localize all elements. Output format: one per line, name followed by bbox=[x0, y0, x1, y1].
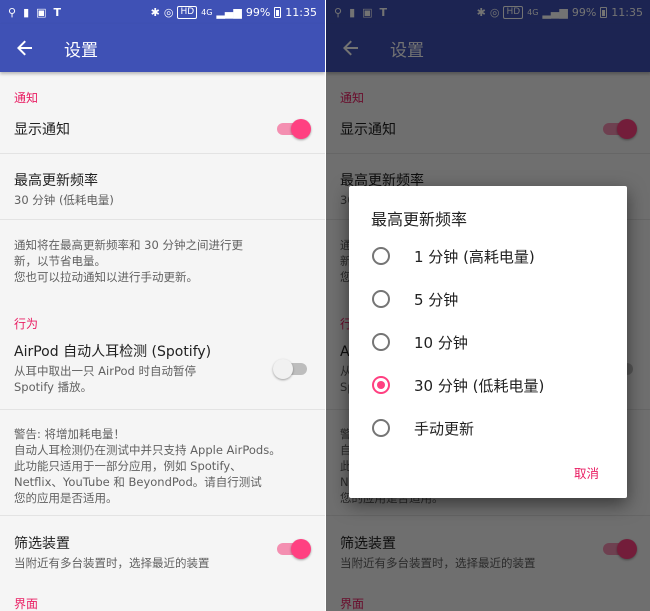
radio-button[interactable] bbox=[372, 290, 390, 308]
radio-button-selected[interactable] bbox=[372, 376, 390, 394]
pref-summary: 当附近有多台装置时，选择最近的装置 bbox=[14, 556, 210, 570]
filter-device-switch[interactable] bbox=[277, 539, 311, 559]
show-notification-switch[interactable] bbox=[277, 119, 311, 139]
bluetooth-icon: ✱ bbox=[150, 5, 160, 19]
update-frequency-dialog: 最高更新频率 1 分钟 (高耗电量) 5 分钟 10 分钟 30 分钟 (低耗电… bbox=[349, 186, 627, 498]
pref-filter-device[interactable]: 筛选装置 当附近有多台装置时，选择最近的装置 bbox=[0, 516, 325, 581]
signal-icon: ▂▄▆ bbox=[216, 5, 242, 19]
net-4g: 4G bbox=[201, 7, 213, 17]
category-interface: 界面 bbox=[14, 597, 39, 611]
battery-text: 99% bbox=[245, 5, 271, 19]
option-1-min[interactable]: 1 分钟 (高耗电量) bbox=[349, 236, 627, 276]
option-label: 手动更新 bbox=[414, 419, 475, 438]
settings-list: 通知 显示通知 最高更新频率 30 分钟 (低耗电量) 通知将在最高更新频率和 … bbox=[0, 72, 325, 611]
hd-badge: HD bbox=[177, 5, 198, 19]
cancel-button[interactable]: 取消 bbox=[574, 463, 599, 482]
option-5-min[interactable]: 5 分钟 bbox=[349, 279, 627, 319]
note-line: 通知将在最高更新频率和 30 分钟之间进行更 bbox=[14, 238, 243, 252]
clock: 11:35 bbox=[285, 5, 317, 19]
note-line: 新，以节省电量。 bbox=[14, 254, 106, 268]
warning-line: 此功能只适用于一部分应用，例如 Spotify、 bbox=[14, 459, 242, 473]
option-10-min[interactable]: 10 分钟 bbox=[349, 322, 627, 362]
category-behavior: 行为 bbox=[14, 317, 39, 331]
pref-show-notification[interactable]: 显示通知 bbox=[0, 117, 325, 153]
battery-icon bbox=[274, 6, 282, 18]
lock-icon: ▮ bbox=[23, 5, 30, 19]
ear-detection-switch[interactable] bbox=[273, 359, 307, 379]
usb-icon: ⚲ bbox=[8, 5, 17, 19]
settings-screen: ⚲ ▮ ▣ T ✱ ◎ HD 4G ▂▄▆ 99% 11:35 设置 通知 显示… bbox=[0, 0, 325, 611]
pref-ear-detection[interactable]: AirPod 自动人耳检测 (Spotify) 从耳中取出一只 AirPod 时… bbox=[0, 341, 325, 409]
category-notifications: 通知 bbox=[14, 91, 39, 105]
radio-button[interactable] bbox=[372, 333, 390, 351]
option-manual[interactable]: 手动更新 bbox=[349, 408, 627, 448]
option-label: 5 分钟 bbox=[414, 290, 459, 309]
pref-title: 最高更新频率 bbox=[14, 173, 98, 189]
switch-knob bbox=[273, 359, 293, 379]
warning-line: 自动人耳检测仍在测试中并只支持 Apple AirPods。 bbox=[14, 443, 281, 457]
page-title: 设置 bbox=[64, 40, 98, 61]
option-label: 1 分钟 (高耗电量) bbox=[414, 247, 535, 266]
switch-knob bbox=[291, 539, 311, 559]
radio-button[interactable] bbox=[372, 419, 390, 437]
dialog-title: 最高更新频率 bbox=[371, 210, 468, 229]
pref-summary-line: Spotify 播放。 bbox=[14, 380, 93, 394]
warning-note: 警告: 将增加耗电量！ 自动人耳检测仍在测试中并只支持 Apple AirPod… bbox=[0, 410, 325, 515]
option-label: 10 分钟 bbox=[414, 333, 468, 352]
warning-line: Netflix、YouTube 和 BeyondPod。请自行测试 bbox=[14, 475, 262, 489]
status-bar: ⚲ ▮ ▣ T ✱ ◎ HD 4G ▂▄▆ 99% 11:35 bbox=[0, 0, 325, 24]
notification-note: 通知将在最高更新频率和 30 分钟之间进行更 新，以节省电量。 您也可以拉动通知… bbox=[0, 220, 325, 294]
back-button[interactable] bbox=[0, 24, 50, 72]
alarm-icon: ◎ bbox=[163, 5, 174, 19]
switch-knob bbox=[291, 119, 311, 139]
radio-button[interactable] bbox=[372, 247, 390, 265]
warning-line: 您的应用是否适用。 bbox=[14, 491, 118, 505]
pref-title: AirPod 自动人耳检测 (Spotify) bbox=[14, 344, 212, 360]
pref-summary: 30 分钟 (低耗电量) bbox=[14, 193, 114, 207]
t-icon: T bbox=[53, 5, 62, 19]
pref-max-update-frequency[interactable]: 最高更新频率 30 分钟 (低耗电量) bbox=[0, 154, 325, 219]
note-line: 您也可以拉动通知以进行手动更新。 bbox=[14, 270, 198, 284]
image-icon: ▣ bbox=[36, 5, 47, 19]
warning-line: 警告: 将增加耗电量！ bbox=[14, 427, 126, 441]
option-label: 30 分钟 (低耗电量) bbox=[414, 376, 545, 395]
back-arrow-icon bbox=[17, 40, 32, 56]
toolbar: 设置 bbox=[0, 24, 325, 72]
settings-screen-with-dialog: ⚲ ▮ ▣ T ✱ ◎ HD 4G ▂▄▆ 99% 11:35 设置 通知 显示… bbox=[326, 0, 650, 611]
option-30-min[interactable]: 30 分钟 (低耗电量) bbox=[349, 365, 627, 405]
